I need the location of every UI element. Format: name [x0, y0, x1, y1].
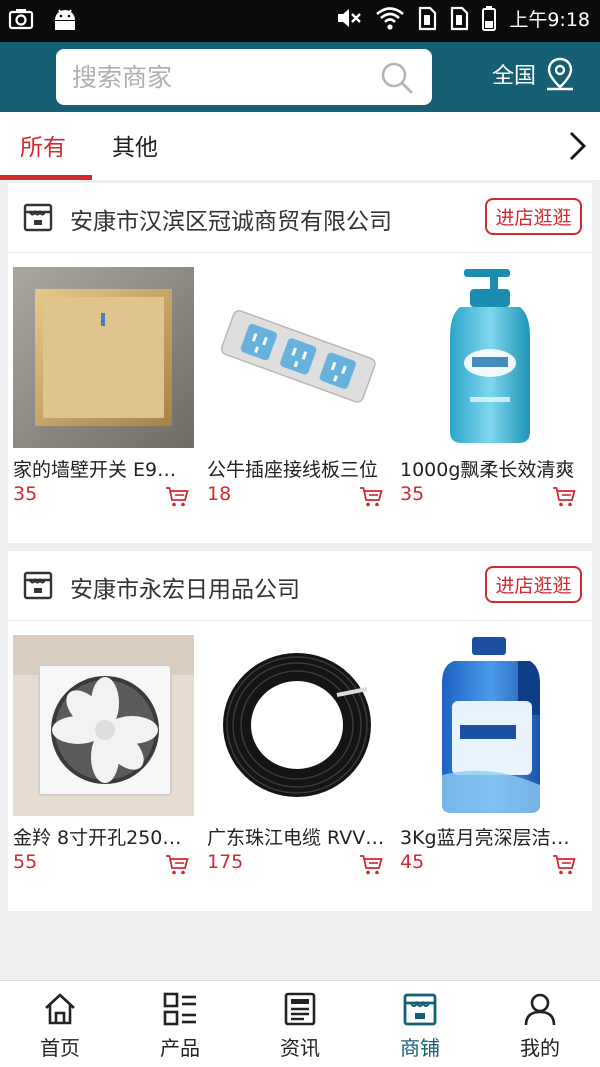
- home-icon: [45, 993, 75, 1025]
- shop-card: 安康市永宏日用品公司 进店逛逛 金羚 8寸开孔250排 55 广东珠江电缆 RV…: [8, 551, 592, 911]
- product-name[interactable]: 公牛插座接线板三位: [207, 455, 388, 482]
- shop-header: 安康市永宏日用品公司 进店逛逛: [8, 551, 592, 621]
- product-price: 175: [207, 851, 244, 873]
- product-item[interactable]: 家的墙壁开关 E9系列 35: [13, 267, 194, 507]
- product-name[interactable]: 家的墙壁开关 E9系列: [13, 455, 194, 482]
- cart-icon[interactable]: [165, 486, 189, 508]
- nav-home[interactable]: 首页: [0, 981, 120, 1067]
- nav-news[interactable]: 资讯: [240, 981, 360, 1067]
- category-tabs: 所有 其他: [0, 112, 600, 180]
- news-icon: [284, 992, 316, 1026]
- tab-indicator: [0, 175, 92, 180]
- product-image[interactable]: [207, 267, 388, 448]
- region-label: 全国: [492, 64, 537, 89]
- region-selector[interactable]: 全国: [492, 56, 576, 92]
- app-header: 全国: [0, 42, 600, 112]
- product-row: 金羚 8寸开孔250排气扇 55 广东珠江电缆: [8, 621, 592, 911]
- product-image[interactable]: [207, 635, 388, 816]
- screenshot-icon: [8, 9, 34, 30]
- shop-name[interactable]: 安康市汉滨区冠诚商贸有限公司: [70, 202, 392, 236]
- shop-card: 安康市汉滨区冠诚商贸有限公司 进店逛逛 家的墙壁开关 E9系列 35 公牛插座接…: [8, 183, 592, 543]
- status-bar: 上午9:18: [0, 0, 600, 42]
- nav-label: 商铺: [400, 1036, 440, 1060]
- cart-icon[interactable]: [165, 854, 189, 876]
- product-image[interactable]: [13, 267, 194, 448]
- visit-shop-button[interactable]: 进店逛逛: [485, 566, 582, 603]
- nav-label: 资讯: [280, 1036, 320, 1060]
- mute-icon: [338, 9, 362, 27]
- product-price: 35: [400, 483, 425, 505]
- product-row: 家的墙壁开关 E9系列 35 公牛插座接线板三位 18 1000g飘柔长效清爽 …: [8, 253, 592, 543]
- nav-label: 产品: [160, 1036, 200, 1060]
- search-icon[interactable]: [380, 61, 414, 95]
- shop-header: 安康市汉滨区冠诚商贸有限公司 进店逛逛: [8, 183, 592, 253]
- nav-profile[interactable]: 我的: [480, 981, 600, 1067]
- cart-icon[interactable]: [552, 486, 576, 508]
- search-box[interactable]: [56, 49, 432, 105]
- cart-icon[interactable]: [359, 486, 383, 508]
- tab-all[interactable]: 所有: [20, 128, 66, 162]
- product-item[interactable]: 广东珠江电缆 RVV护套线 175: [207, 635, 388, 875]
- sim1-icon: [419, 6, 437, 31]
- shop-icon: [403, 993, 437, 1026]
- product-price: 45: [400, 851, 425, 873]
- wifi-icon: [376, 7, 405, 30]
- nav-shops[interactable]: 商铺: [360, 981, 480, 1067]
- chevron-right-icon[interactable]: [566, 130, 588, 162]
- search-input[interactable]: [72, 58, 372, 96]
- product-list-icon: [163, 992, 196, 1026]
- product-name[interactable]: 1000g飘柔长效清爽: [400, 455, 581, 482]
- bottom-nav: 首页 产品 资讯 商铺 我的: [0, 980, 600, 1067]
- cart-icon[interactable]: [359, 854, 383, 876]
- product-item[interactable]: 1000g飘柔长效清爽 35: [400, 267, 581, 507]
- nav-label: 首页: [40, 1036, 80, 1060]
- product-image[interactable]: [400, 635, 581, 816]
- status-time: 上午9:18: [509, 8, 590, 31]
- product-image[interactable]: [400, 267, 581, 448]
- android-icon: [55, 9, 75, 30]
- cart-icon[interactable]: [552, 854, 576, 876]
- product-price: 35: [13, 483, 38, 505]
- product-image[interactable]: [13, 635, 194, 816]
- shop-name[interactable]: 安康市永宏日用品公司: [70, 570, 300, 604]
- location-pin-icon: [547, 57, 574, 91]
- product-price: 18: [207, 483, 232, 505]
- store-icon: [23, 203, 53, 232]
- nav-products[interactable]: 产品: [120, 981, 240, 1067]
- product-name[interactable]: 金羚 8寸开孔250排气扇: [13, 823, 194, 850]
- product-price: 55: [13, 851, 38, 873]
- product-item[interactable]: 3Kg蓝月亮深层洁净洗衣液 45: [400, 635, 581, 875]
- user-icon: [524, 993, 556, 1026]
- battery-icon: [482, 6, 497, 31]
- visit-shop-button[interactable]: 进店逛逛: [485, 198, 582, 235]
- product-item[interactable]: 金羚 8寸开孔250排气扇 55: [13, 635, 194, 875]
- product-name[interactable]: 广东珠江电缆 RVV护套线: [207, 823, 388, 850]
- nav-label: 我的: [520, 1036, 560, 1060]
- product-name[interactable]: 3Kg蓝月亮深层洁净洗衣液: [400, 823, 581, 850]
- sim2-icon: [451, 6, 469, 31]
- tab-other[interactable]: 其他: [112, 128, 158, 162]
- store-icon: [23, 571, 53, 600]
- product-item[interactable]: 公牛插座接线板三位 18: [207, 267, 388, 507]
